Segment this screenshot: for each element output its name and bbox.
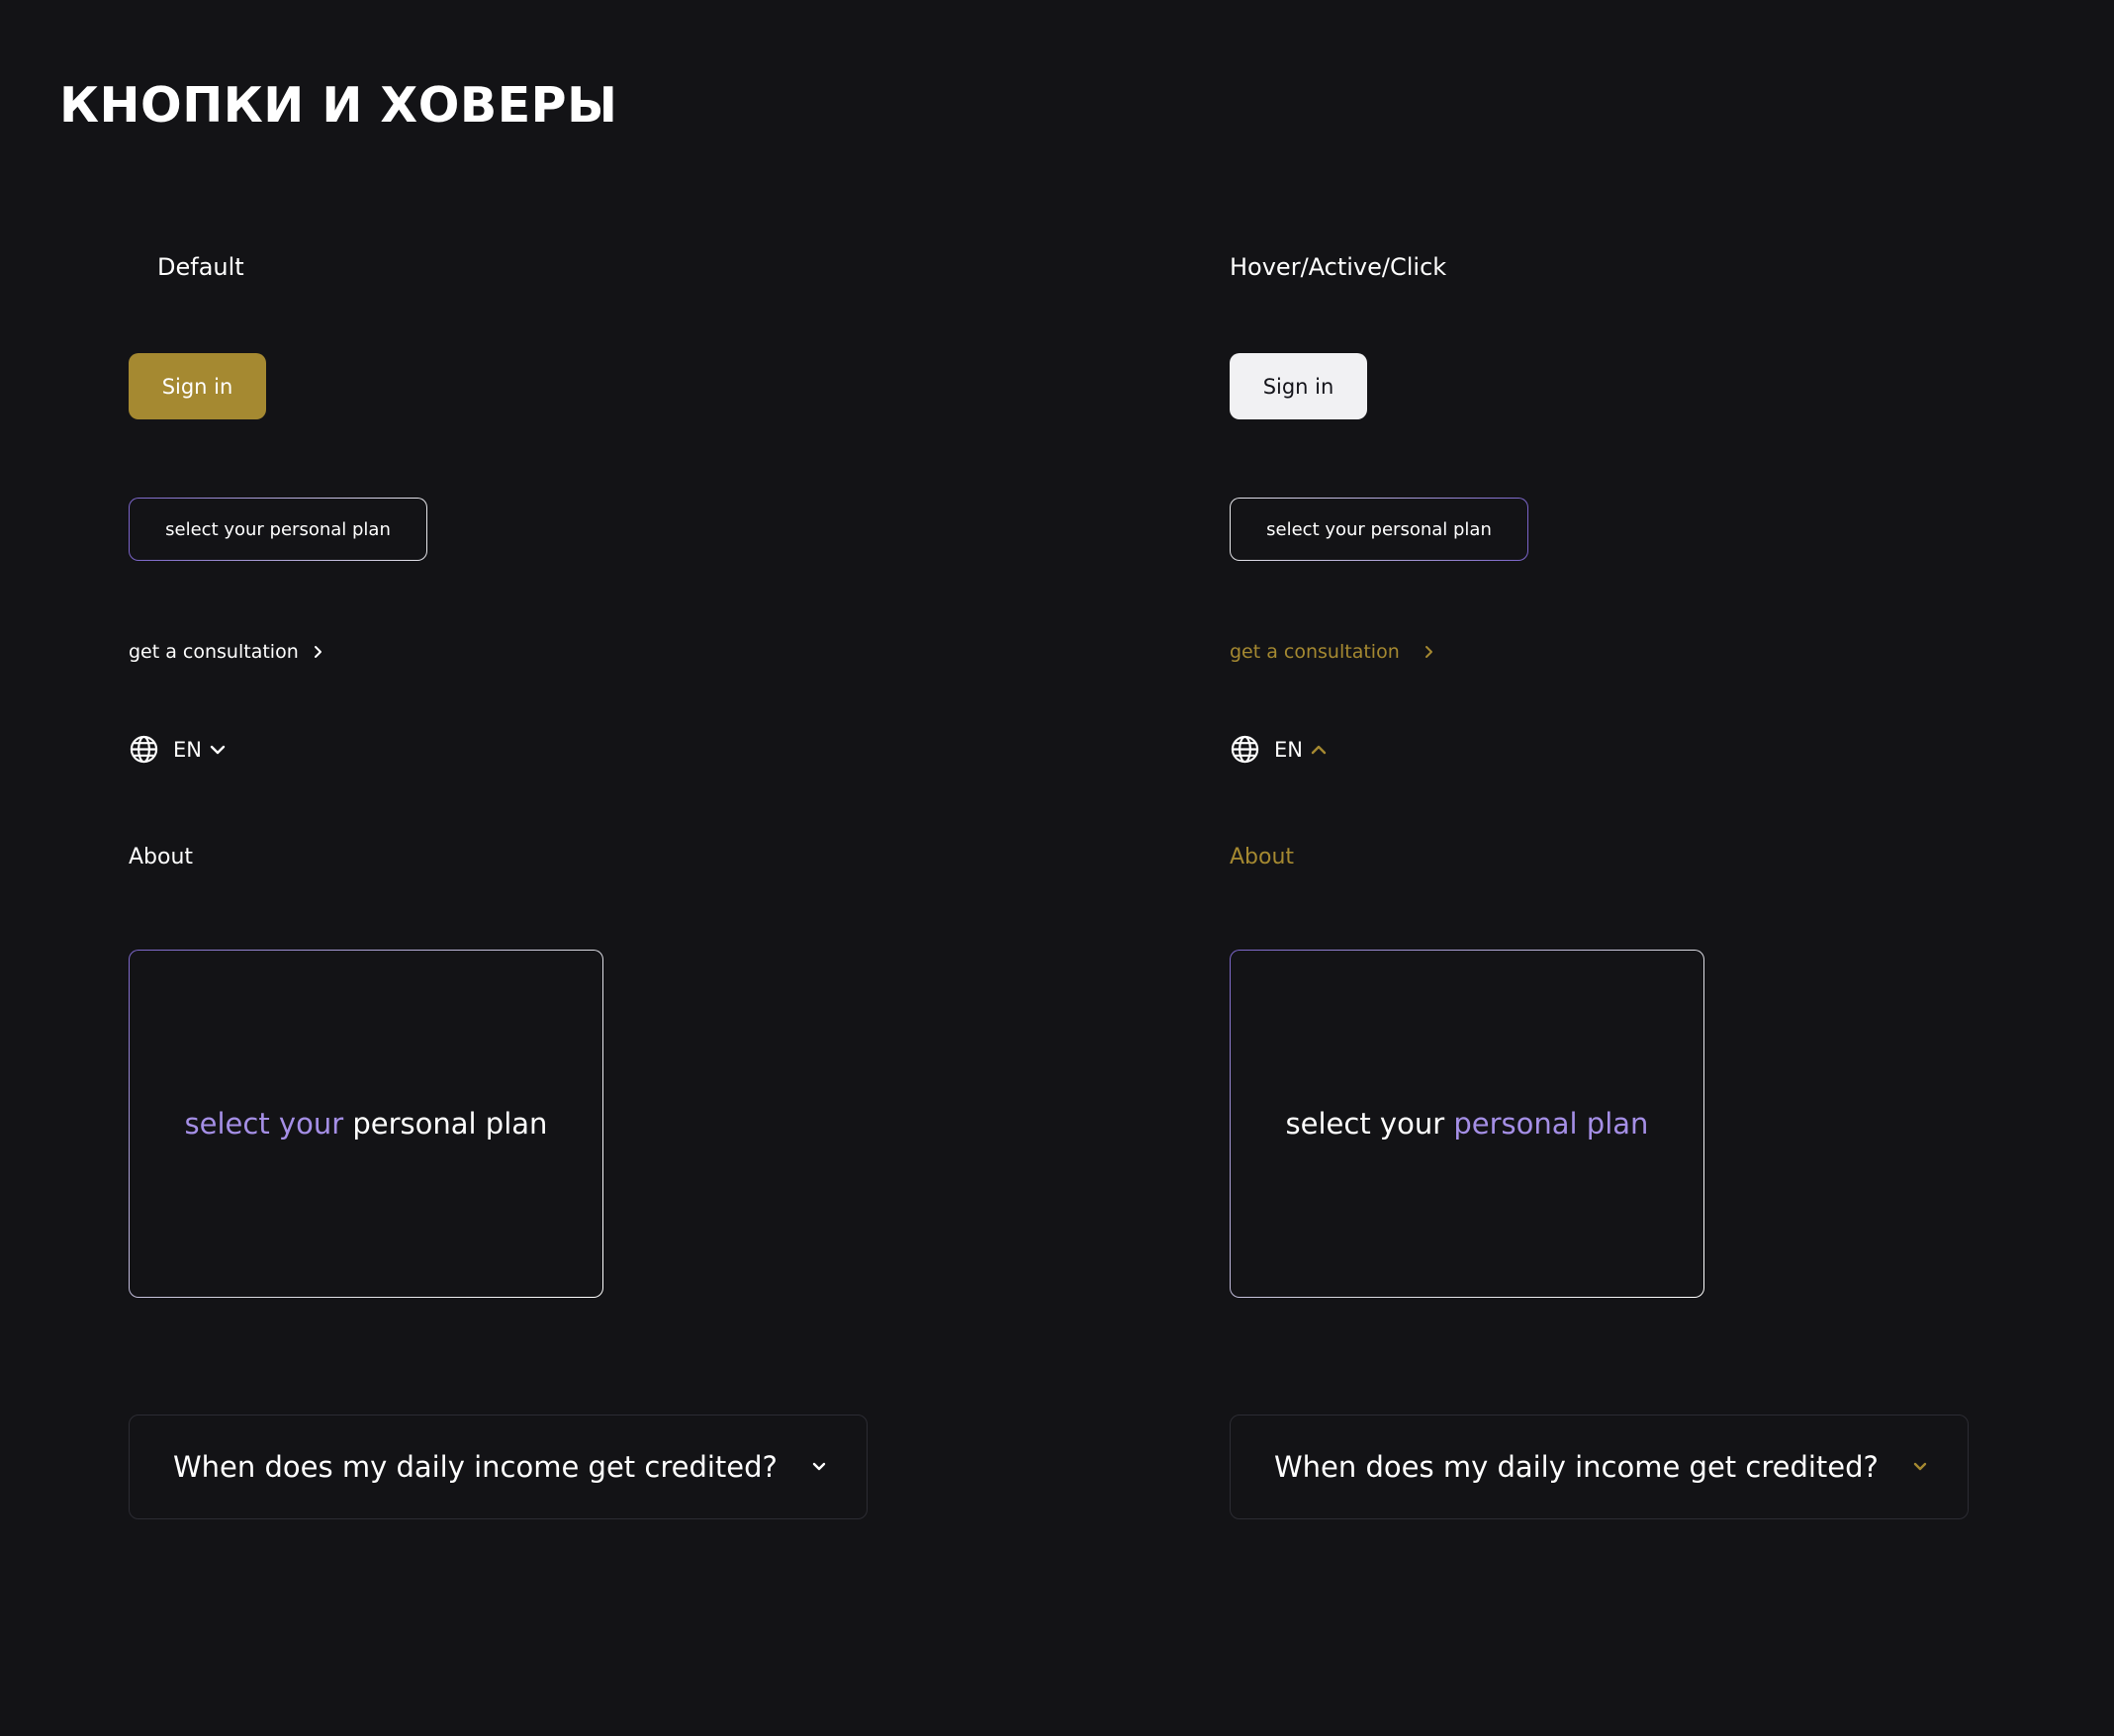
chevron-right-icon <box>313 645 324 659</box>
hover-state-column: Hover/Active/Click Sign in select your p… <box>1230 0 2114 1736</box>
get-consultation-link[interactable]: get a consultation <box>129 641 324 663</box>
plan-card-text: select your personal plan <box>185 1107 548 1141</box>
sign-in-button[interactable]: Sign in <box>129 353 266 419</box>
chevron-down-icon <box>210 744 226 756</box>
chevron-right-icon <box>1424 645 1435 659</box>
faq-item-hover[interactable]: When does my daily income get credited? <box>1230 1415 1969 1519</box>
default-column-heading: Default <box>157 253 244 281</box>
chevron-down-icon <box>1912 1461 1928 1473</box>
plan-card-text-part2: personal plan <box>1453 1107 1649 1141</box>
get-consultation-label: get a consultation <box>129 641 299 663</box>
select-plan-card-hover[interactable]: select your personal plan <box>1230 950 1704 1298</box>
about-link[interactable]: About <box>129 845 193 869</box>
faq-question: When does my daily income get credited? <box>173 1450 778 1484</box>
get-consultation-label: get a consultation <box>1230 641 1400 663</box>
sign-in-button-hover[interactable]: Sign in <box>1230 353 1367 419</box>
language-switcher[interactable]: EN <box>129 734 226 765</box>
globe-icon <box>1230 734 1260 765</box>
about-link-hover[interactable]: About <box>1230 845 1294 869</box>
faq-item[interactable]: When does my daily income get credited? <box>129 1415 868 1519</box>
chevron-up-icon <box>1311 744 1327 756</box>
language-code: EN <box>1274 737 1303 762</box>
globe-icon <box>129 734 159 765</box>
plan-card-text: select your personal plan <box>1286 1107 1649 1141</box>
select-plan-button-hover[interactable]: select your personal plan <box>1230 498 1528 561</box>
select-plan-button[interactable]: select your personal plan <box>129 498 427 561</box>
plan-card-text-part2: personal plan <box>352 1107 548 1141</box>
language-switcher-hover[interactable]: EN <box>1230 734 1327 765</box>
default-state-column: Default Sign in select your personal pla… <box>129 0 1078 1736</box>
plan-card-text-part1: select your <box>184 1107 344 1141</box>
hover-column-heading: Hover/Active/Click <box>1230 253 1447 281</box>
plan-card-text-part1: select your <box>1285 1107 1445 1141</box>
chevron-down-icon <box>811 1461 827 1473</box>
select-plan-card[interactable]: select your personal plan <box>129 950 603 1298</box>
language-code: EN <box>173 737 202 762</box>
buttons-and-hovers-page: КНОПКИ И ХОВЕРЫ Default Sign in select y… <box>0 0 2114 1736</box>
get-consultation-link-hover[interactable]: get a consultation <box>1230 641 1435 663</box>
faq-question: When does my daily income get credited? <box>1274 1450 1879 1484</box>
